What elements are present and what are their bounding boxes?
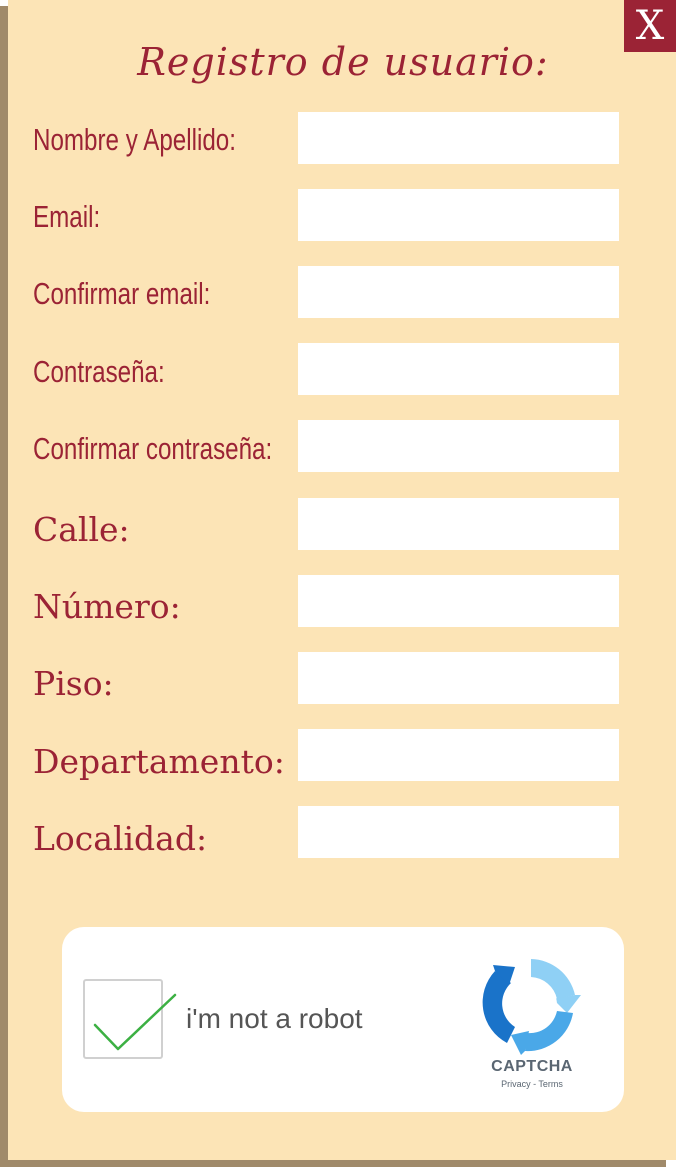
password-input[interactable] <box>298 343 619 395</box>
label-confirmar-email: Confirmar email: <box>33 276 211 311</box>
label-numero: Número: <box>33 587 181 626</box>
label-contrasena: Contraseña: <box>33 354 165 389</box>
nombre-apellido-input[interactable] <box>298 112 619 164</box>
apartment-input[interactable] <box>298 729 619 781</box>
captcha-logo-icon <box>482 959 581 1055</box>
page-title: Registro de usuario: <box>137 40 549 84</box>
floor-input[interactable] <box>298 652 619 704</box>
street-input[interactable] <box>298 498 619 550</box>
number-input[interactable] <box>298 575 619 627</box>
label-localidad: Localidad: <box>33 819 208 858</box>
checkmark-icon <box>93 993 177 1051</box>
label-confirmar-contrasena: Confirmar contraseña: <box>33 431 273 466</box>
captcha-widget: i'm not a robot CAPTCHA Privacy - Terms <box>62 927 624 1112</box>
captcha-label: i'm not a robot <box>186 1003 363 1034</box>
locality-input[interactable] <box>298 806 619 858</box>
label-email: Email: <box>33 199 101 234</box>
email-input[interactable] <box>298 189 619 241</box>
captcha-checkbox[interactable] <box>83 979 177 1059</box>
label-departamento: Departamento: <box>33 742 285 781</box>
label-nombre-apellido: Nombre y Apellido: <box>33 122 236 157</box>
label-calle: Calle: <box>33 510 130 549</box>
confirm-password-input[interactable] <box>298 420 619 472</box>
captcha-privacy-terms-link[interactable]: Privacy - Terms <box>472 1079 592 1089</box>
label-piso: Piso: <box>33 664 114 703</box>
confirm-email-input[interactable] <box>298 266 619 318</box>
captcha-brand: CAPTCHA <box>491 1058 573 1075</box>
